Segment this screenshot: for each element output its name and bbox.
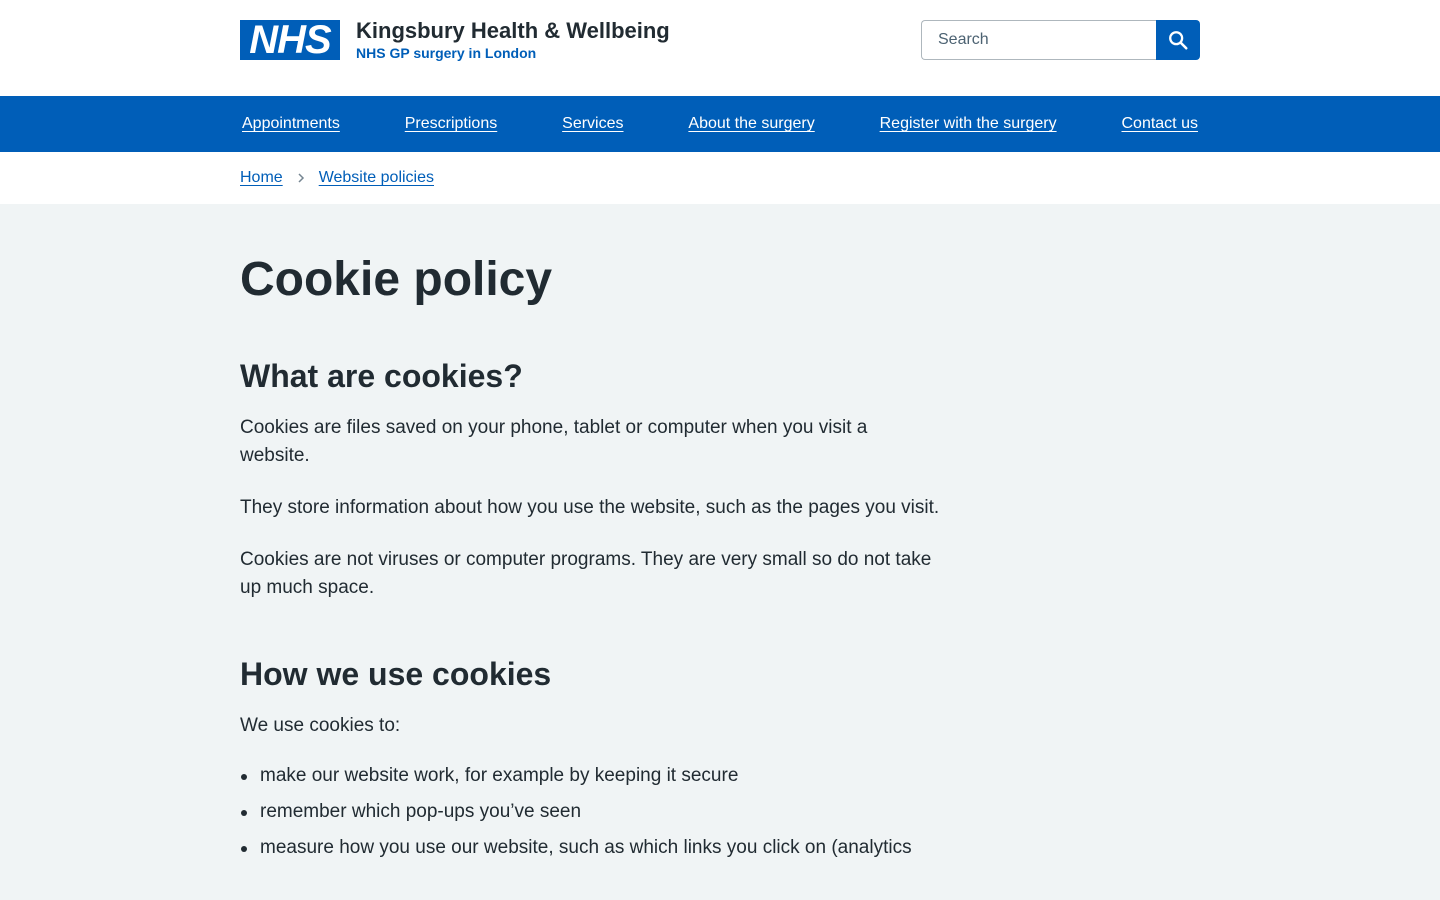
bullet-list: make our website work, for example by ke… [240,762,940,862]
nav-item-about-the-surgery[interactable]: About the surgery [686,115,816,133]
section-what-are-cookies: What are cookies? Cookies are files save… [240,356,940,602]
nav-item-contact-us[interactable]: Contact us [1119,115,1199,133]
search-form [921,20,1200,60]
list-item: remember which pop-ups you’ve seen [240,798,940,826]
breadcrumb-website-policies[interactable]: Website policies [319,169,434,187]
section-how-we-use-cookies: How we use cookies We use cookies to: ma… [240,654,940,862]
paragraph: We use cookies to: [240,715,401,736]
nav-container: Appointments Prescriptions Services Abou… [240,96,1200,152]
organisation-title: Kingsbury Health & Wellbeing [356,18,670,43]
breadcrumb-container: Home Website policies [240,152,1200,204]
page-title: Cookie policy [240,253,553,306]
organisation-subtitle: NHS GP surgery in London [356,45,537,61]
breadcrumb-home[interactable]: Home [240,169,283,187]
paragraph: Cookies are files saved on your phone, t… [240,417,868,466]
section-heading: What are cookies? [240,358,523,394]
section-heading: How we use cookies [240,656,552,692]
list-item: make our website work, for example by ke… [240,762,940,790]
content-column: Cookie policy What are cookies? Cookies … [240,252,940,862]
list-item: measure how you use our website, such as… [240,834,940,862]
nav-item-services[interactable]: Services [560,115,625,133]
home-logo-link[interactable]: NHS Kingsbury Health & Wellbeing NHS GP … [240,17,670,61]
nav-item-register-with-the-surgery[interactable]: Register with the surgery [878,115,1059,133]
primary-navigation: Appointments Prescriptions Services Abou… [0,96,1440,152]
nhs-logo: NHS [240,20,340,60]
paragraph: Cookies are not viruses or computer prog… [240,549,932,598]
search-icon [1169,31,1188,50]
organisation-name: Kingsbury Health & Wellbeing NHS GP surg… [356,17,670,61]
breadcrumb: Home Website policies [0,152,1440,204]
site-header: NHS Kingsbury Health & Wellbeing NHS GP … [0,0,1440,96]
nav-item-prescriptions[interactable]: Prescriptions [403,115,499,133]
nav-item-appointments[interactable]: Appointments [240,115,342,133]
main-content: Cookie policy What are cookies? Cookies … [240,204,1200,862]
search-input[interactable] [921,20,1156,60]
search-button[interactable] [1156,20,1200,60]
header-container: NHS Kingsbury Health & Wellbeing NHS GP … [240,0,1200,96]
paragraph: They store information about how you use… [240,497,940,518]
chevron-right-icon [297,172,305,184]
